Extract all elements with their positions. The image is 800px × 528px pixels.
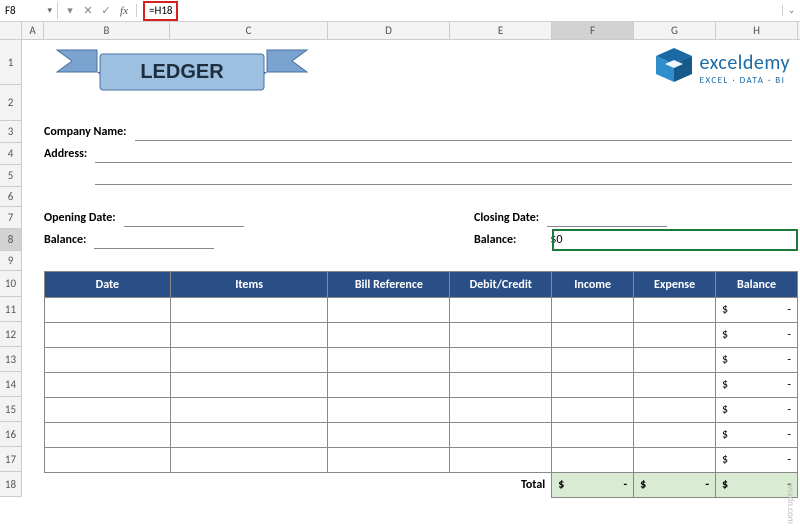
table-row[interactable]: $- — [45, 423, 798, 448]
confirm-icon[interactable]: ✓ — [98, 4, 114, 17]
formula-text: =H18 — [143, 1, 178, 21]
th-expense: Expense — [634, 272, 716, 298]
spreadsheet-grid: A B C D E F G H 1 2 3 4 5 6 7 8 9 10 11 … — [0, 22, 800, 497]
logo-main-text: exceldemy — [700, 51, 790, 75]
exceldemy-icon — [654, 46, 694, 90]
fx-icon[interactable]: fx — [116, 5, 132, 17]
row-header-14[interactable]: 14 — [0, 372, 21, 397]
table-row[interactable]: $- — [45, 373, 798, 398]
cancel-icon[interactable]: ✕ — [80, 4, 96, 17]
name-box[interactable]: F8 ▾ — [0, 2, 58, 19]
th-items: Items — [170, 272, 328, 298]
address-input-1[interactable] — [95, 145, 792, 163]
closing-date-label: Closing Date: — [474, 211, 547, 225]
select-all-corner[interactable] — [0, 22, 22, 40]
row-header-9[interactable]: 9 — [0, 251, 21, 271]
expand-formula-icon[interactable]: ⌄ — [782, 5, 800, 16]
brand-logo: exceldemy EXCEL · DATA · BI — [654, 46, 790, 90]
chevron-down-icon[interactable]: ▾ — [62, 4, 78, 17]
col-header-h[interactable]: H — [716, 22, 798, 39]
opening-balance-input[interactable] — [94, 231, 214, 249]
ledger-table: Date Items Bill Reference Debit/Credit I… — [44, 271, 798, 498]
col-header-f[interactable]: F — [552, 22, 634, 39]
col-header-b[interactable]: B — [44, 22, 170, 39]
formula-bar: F8 ▾ ▾ ✕ ✓ fx =H18 ⌄ — [0, 0, 800, 22]
chevron-down-icon[interactable]: ▾ — [47, 5, 52, 16]
row-header-13[interactable]: 13 — [0, 347, 21, 372]
opening-balance-label: Balance: — [44, 233, 94, 247]
table-total-row: Total $- $- $- — [45, 473, 798, 498]
watermark: wsxdn.com — [785, 483, 796, 524]
total-label: Total — [45, 473, 552, 498]
th-dc: Debit/Credit — [450, 272, 552, 298]
logo-sub-text: EXCEL · DATA · BI — [700, 75, 790, 86]
company-name-label: Company Name: — [44, 125, 135, 139]
th-bill: Bill Reference — [328, 272, 450, 298]
formula-bar-buttons: ▾ ✕ ✓ fx — [58, 4, 137, 17]
sheet-area[interactable]: LEDGER exceldemy EXCEL · DATA · BI — [22, 40, 800, 497]
row-header-5[interactable]: 5 — [0, 165, 21, 187]
row-headers: 1 2 3 4 5 6 7 8 9 10 11 12 13 14 15 16 1… — [0, 40, 22, 497]
address-input-2[interactable] — [95, 167, 792, 185]
row-header-2[interactable]: 2 — [0, 85, 21, 121]
table-row[interactable]: $- — [45, 448, 798, 473]
row-header-8[interactable]: 8 — [0, 229, 21, 251]
form-area: Company Name: Address: Address: Opening … — [44, 121, 798, 251]
row-header-1[interactable]: 1 — [0, 40, 21, 85]
row-header-6[interactable]: 6 — [0, 187, 21, 207]
th-balance: Balance — [716, 272, 798, 298]
row-header-11[interactable]: 11 — [0, 297, 21, 322]
row-header-17[interactable]: 17 — [0, 447, 21, 472]
closing-date-input[interactable] — [547, 209, 667, 227]
row-header-3[interactable]: 3 — [0, 121, 21, 143]
th-income: Income — [552, 272, 634, 298]
opening-date-label: Opening Date: — [44, 211, 124, 225]
total-income: $- — [552, 473, 634, 498]
col-header-g[interactable]: G — [634, 22, 716, 39]
cell-reference: F8 — [5, 4, 16, 17]
opening-date-input[interactable] — [124, 209, 244, 227]
banner-title: LEDGER — [52, 42, 312, 102]
row-header-15[interactable]: 15 — [0, 397, 21, 422]
row-header-16[interactable]: 16 — [0, 422, 21, 447]
row-header-10[interactable]: 10 — [0, 271, 21, 297]
table-header-row: Date Items Bill Reference Debit/Credit I… — [45, 272, 798, 298]
table-row[interactable]: $- — [45, 298, 798, 323]
column-headers: A B C D E F G H — [22, 22, 800, 40]
row-header-7[interactable]: 7 — [0, 207, 21, 229]
col-header-a[interactable]: A — [22, 22, 44, 39]
table-row[interactable]: $- — [45, 398, 798, 423]
address-label: Address: — [44, 147, 95, 161]
company-name-input[interactable] — [135, 123, 793, 141]
row-header-12[interactable]: 12 — [0, 322, 21, 347]
col-header-d[interactable]: D — [328, 22, 450, 39]
table-row[interactable]: $- — [45, 323, 798, 348]
col-header-e[interactable]: E — [450, 22, 552, 39]
table-row[interactable]: $- — [45, 348, 798, 373]
closing-balance-label: Balance: — [474, 233, 524, 247]
ledger-banner: LEDGER — [52, 42, 312, 102]
col-header-c[interactable]: C — [170, 22, 328, 39]
formula-input[interactable]: =H18 — [137, 0, 782, 23]
th-date: Date — [45, 272, 171, 298]
row-header-4[interactable]: 4 — [0, 143, 21, 165]
closing-balance-value: $0 — [524, 233, 562, 247]
row-header-18[interactable]: 18 — [0, 472, 21, 497]
total-expense: $- — [634, 473, 716, 498]
